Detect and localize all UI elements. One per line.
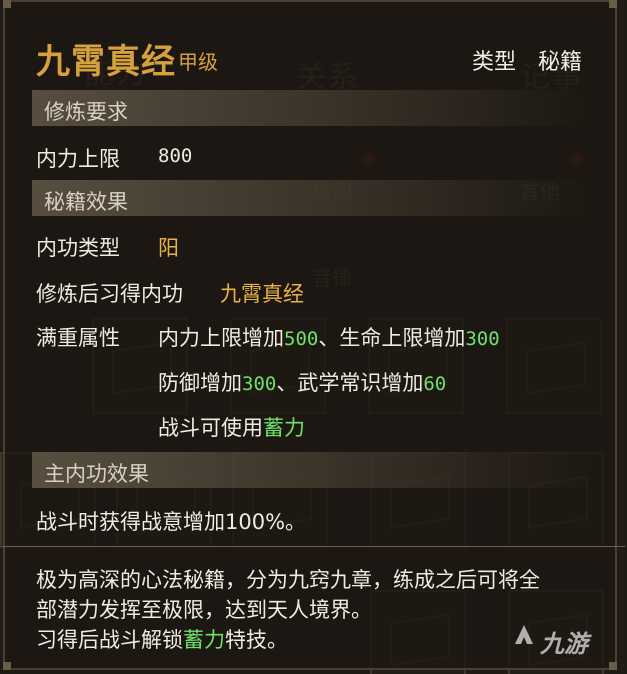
description-line-1: 极为高深的心法秘籍，分为九窍九章，练成之后可将全 bbox=[36, 568, 540, 592]
attr-value: 300 bbox=[242, 373, 277, 395]
section-title: 主内功效果 bbox=[44, 462, 149, 486]
skill-name: 蓄力 bbox=[263, 416, 305, 440]
attr-value: 300 bbox=[465, 328, 500, 350]
neigong-type-value: 阳 bbox=[158, 236, 179, 260]
attr-value: 60 bbox=[423, 373, 447, 395]
corner-ornament bbox=[609, 0, 617, 8]
full-attr-label: 满重属性 bbox=[36, 326, 120, 350]
section-header-main-effect: 主内功效果 bbox=[32, 452, 592, 488]
item-grade: 甲级 bbox=[178, 50, 218, 74]
requirement-value: 800 bbox=[158, 145, 193, 167]
watermark-logo-icon bbox=[515, 625, 533, 644]
attr-name: 内力上限增加 bbox=[158, 326, 284, 350]
section-title: 秘籍效果 bbox=[44, 190, 128, 214]
learned-skill-label: 修炼后习得内功 bbox=[36, 282, 183, 306]
full-attr-line-2: 防御增加300、武学常识增加60 bbox=[158, 367, 446, 397]
description-line-2: 部潜力发挥至极限，达到天人境界。 bbox=[36, 598, 372, 622]
attr-name: 防御增加 bbox=[158, 371, 242, 395]
corner-ornament bbox=[609, 662, 617, 670]
corner-ornament bbox=[3, 662, 11, 670]
main-effect-text: 战斗时获得战意增加100%。 bbox=[36, 510, 307, 534]
skill-name: 蓄力 bbox=[183, 628, 225, 652]
full-attr-line-1: 内力上限增加500、生命上限增加300 bbox=[158, 322, 500, 352]
description-line-3: 习得后战斗解锁蓄力特技。 bbox=[36, 624, 288, 654]
item-type-value: 秘籍 bbox=[538, 50, 583, 75]
item-type-label: 类型 bbox=[472, 50, 517, 75]
description-text: 习得后战斗解锁 bbox=[36, 628, 183, 652]
requirement-label: 内力上限 bbox=[36, 147, 120, 171]
attr-name: 、生命上限增加 bbox=[318, 326, 466, 350]
section-header-requirements: 修炼要求 bbox=[32, 90, 592, 126]
neigong-type-label: 内功类型 bbox=[36, 236, 120, 260]
learned-skill-value: 九霄真经 bbox=[220, 282, 304, 306]
item-title: 九霄真经 bbox=[36, 42, 176, 82]
section-header-effects: 秘籍效果 bbox=[32, 180, 592, 216]
watermark-text: 九游 bbox=[540, 630, 588, 658]
corner-ornament bbox=[3, 0, 11, 8]
divider bbox=[2, 546, 625, 547]
section-title: 修炼要求 bbox=[44, 100, 128, 124]
attr-value: 500 bbox=[284, 328, 319, 350]
full-attr-line-3: 战斗可使用蓄力 bbox=[158, 412, 305, 442]
description-text: 特技。 bbox=[225, 628, 288, 652]
attr-name: 战斗可使用 bbox=[158, 416, 263, 440]
attr-name: 、武学常识增加 bbox=[276, 371, 424, 395]
